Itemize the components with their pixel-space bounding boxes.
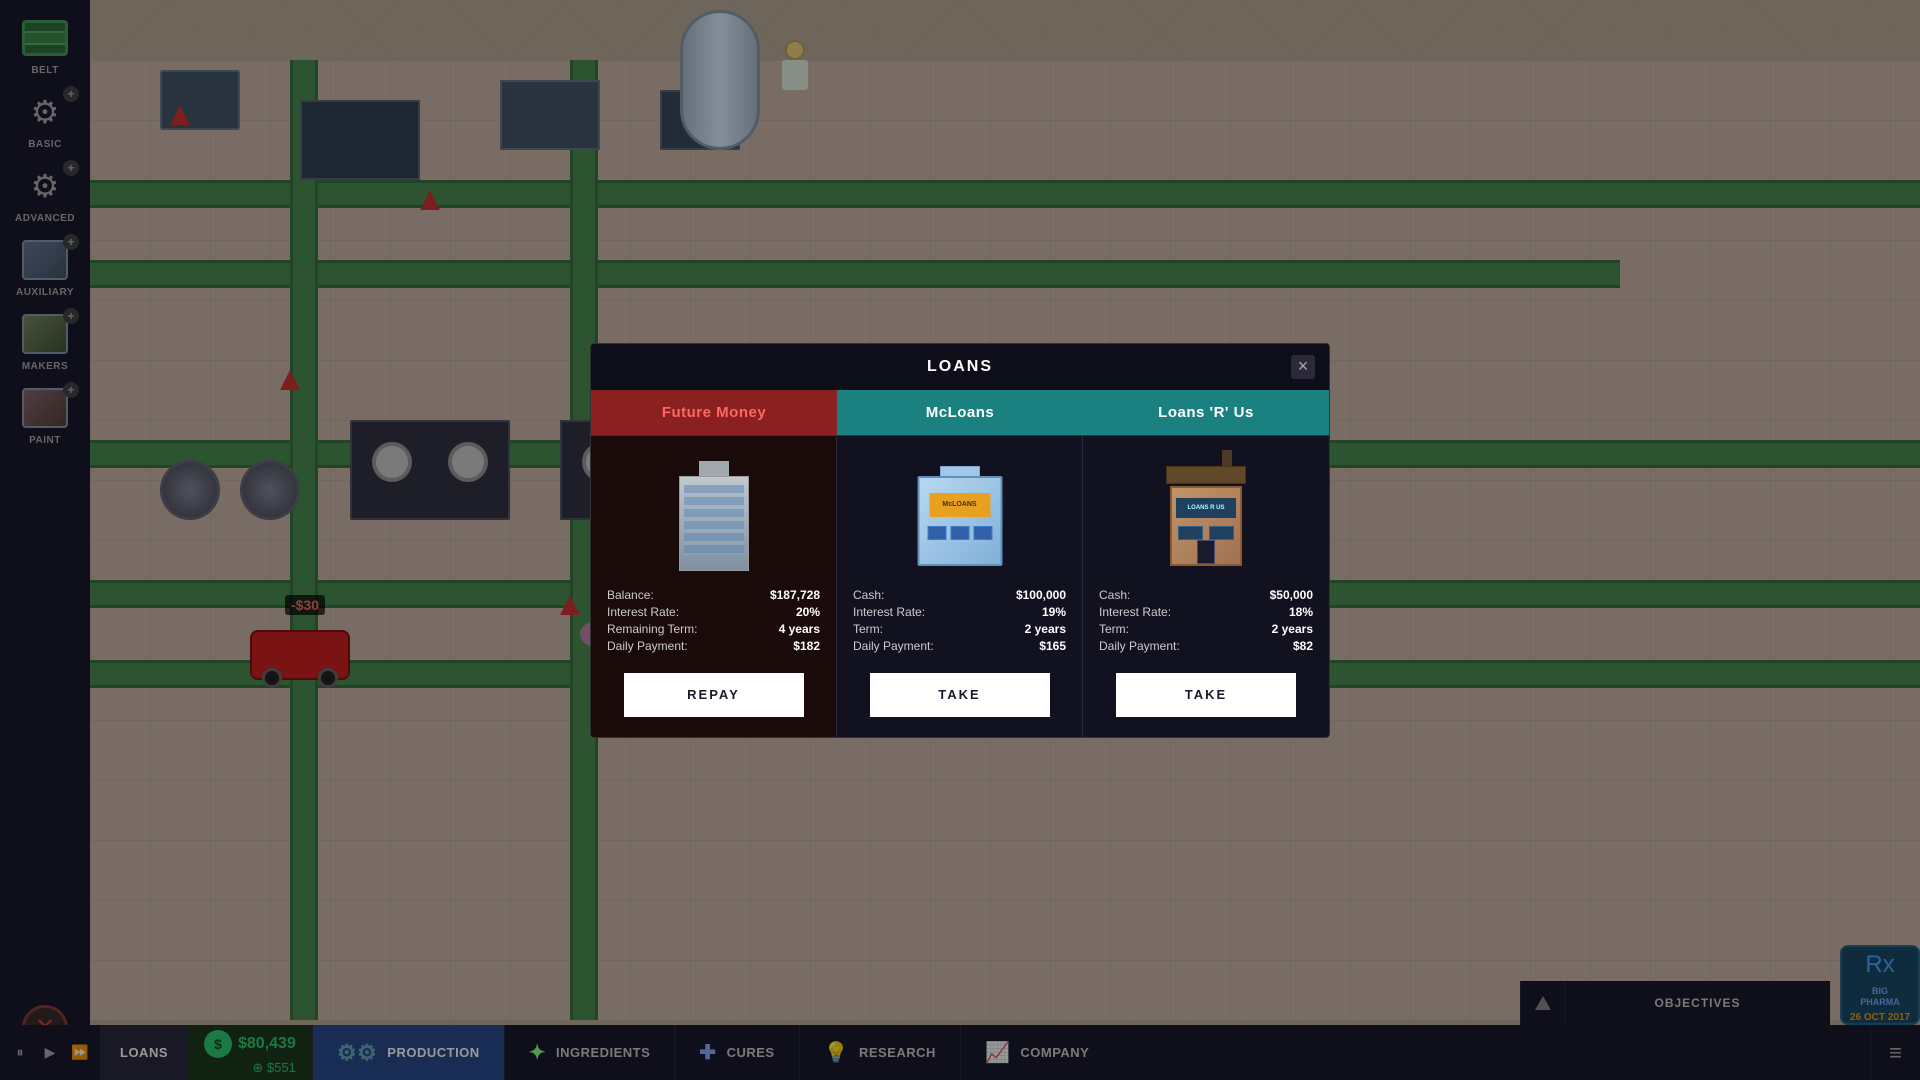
term-value-2: 2 years [1025, 622, 1066, 636]
b2-win-3 [973, 526, 992, 540]
daily-label-3: Daily Payment: [1099, 639, 1180, 653]
loan-tabs: Future Money McLoans Loans 'R' Us [591, 390, 1329, 436]
info-row-interest-3: Interest Rate: 18% [1099, 605, 1313, 619]
cash-value-2: $100,000 [1016, 588, 1066, 602]
term-label-3: Term: [1099, 622, 1129, 636]
b2-main: McLOANS [917, 476, 1002, 566]
interest-value-1: 20% [796, 605, 820, 619]
tab-future-money[interactable]: Future Money [591, 390, 837, 435]
term-value-1: 4 years [779, 622, 820, 636]
interest-value-3: 18% [1289, 605, 1313, 619]
term-value-3: 2 years [1272, 622, 1313, 636]
interest-label-3: Interest Rate: [1099, 605, 1171, 619]
info-row-cash-2: Cash: $100,000 [853, 588, 1066, 602]
info-row-interest: Interest Rate: 20% [607, 605, 820, 619]
b3-win-2 [1209, 526, 1234, 540]
info-row-interest-2: Interest Rate: 19% [853, 605, 1066, 619]
loans-modal: LOANS × Future Money McLoans Loans 'R' U… [590, 343, 1330, 738]
b3-sign: LOANS R US [1176, 498, 1236, 518]
mcloans-info: Cash: $100,000 Interest Rate: 19% Term: … [853, 588, 1066, 653]
daily-value-3: $82 [1293, 639, 1313, 653]
panel-mcloans: McLOANS Cash: $100,000 [837, 436, 1083, 737]
building1-tower [679, 476, 749, 571]
interest-label-2: Interest Rate: [853, 605, 925, 619]
tab-loans-r-us[interactable]: Loans 'R' Us [1083, 390, 1329, 435]
mcloans-building-icon: McLOANS [915, 466, 1005, 566]
cash-value-3: $50,000 [1270, 588, 1313, 602]
b3-roof [1166, 466, 1246, 484]
info-row-term-2: Term: 2 years [853, 622, 1066, 636]
skyscraper-icon [674, 461, 754, 571]
term-label-1: Remaining Term: [607, 622, 697, 636]
interest-value-2: 19% [1042, 605, 1066, 619]
daily-value-1: $182 [793, 639, 820, 653]
daily-label-2: Daily Payment: [853, 639, 934, 653]
daily-label-1: Daily Payment: [607, 639, 688, 653]
b3-windows [1178, 526, 1234, 540]
modal-header: LOANS × [591, 344, 1329, 390]
panel-future-money: Balance: $187,728 Interest Rate: 20% Rem… [591, 436, 837, 737]
repay-button[interactable]: REPAY [624, 673, 804, 717]
b2-win-1 [927, 526, 946, 540]
future-money-building [654, 456, 774, 576]
loans-r-us-info: Cash: $50,000 Interest Rate: 18% Term: 2… [1099, 588, 1313, 653]
b3-main: LOANS R US [1170, 486, 1242, 566]
modal-close-button[interactable]: × [1291, 355, 1315, 379]
modal-title: LOANS [927, 358, 993, 376]
info-row-daily: Daily Payment: $182 [607, 639, 820, 653]
term-label-2: Term: [853, 622, 883, 636]
loan-panels: Balance: $187,728 Interest Rate: 20% Rem… [591, 436, 1329, 737]
mcloans-building: McLOANS [900, 456, 1020, 576]
info-row-balance: Balance: $187,728 [607, 588, 820, 602]
cash-label-2: Cash: [853, 588, 884, 602]
info-row-daily-2: Daily Payment: $165 [853, 639, 1066, 653]
shop-building-icon: LOANS R US [1166, 466, 1246, 566]
modal-overlay: LOANS × Future Money McLoans Loans 'R' U… [0, 0, 1920, 1080]
info-row-cash-3: Cash: $50,000 [1099, 588, 1313, 602]
cash-label-3: Cash: [1099, 588, 1130, 602]
take-loans-r-us-button[interactable]: TAKE [1116, 673, 1296, 717]
info-row-daily-3: Daily Payment: $82 [1099, 639, 1313, 653]
future-money-info: Balance: $187,728 Interest Rate: 20% Rem… [607, 588, 820, 653]
daily-value-2: $165 [1039, 639, 1066, 653]
loans-r-us-building: LOANS R US [1146, 456, 1266, 576]
take-mcloans-button[interactable]: TAKE [870, 673, 1050, 717]
interest-label-1: Interest Rate: [607, 605, 679, 619]
b2-win-2 [950, 526, 969, 540]
info-row-term: Remaining Term: 4 years [607, 622, 820, 636]
b3-win-1 [1178, 526, 1203, 540]
balance-label: Balance: [607, 588, 654, 602]
info-row-term-3: Term: 2 years [1099, 622, 1313, 636]
b3-door [1197, 540, 1215, 564]
balance-value: $187,728 [770, 588, 820, 602]
b2-windows [927, 526, 992, 540]
b2-sign: McLOANS [929, 493, 990, 517]
panel-loans-r-us: LOANS R US Cash: $50,000 [1083, 436, 1329, 737]
tab-mcloans[interactable]: McLoans [837, 390, 1083, 435]
